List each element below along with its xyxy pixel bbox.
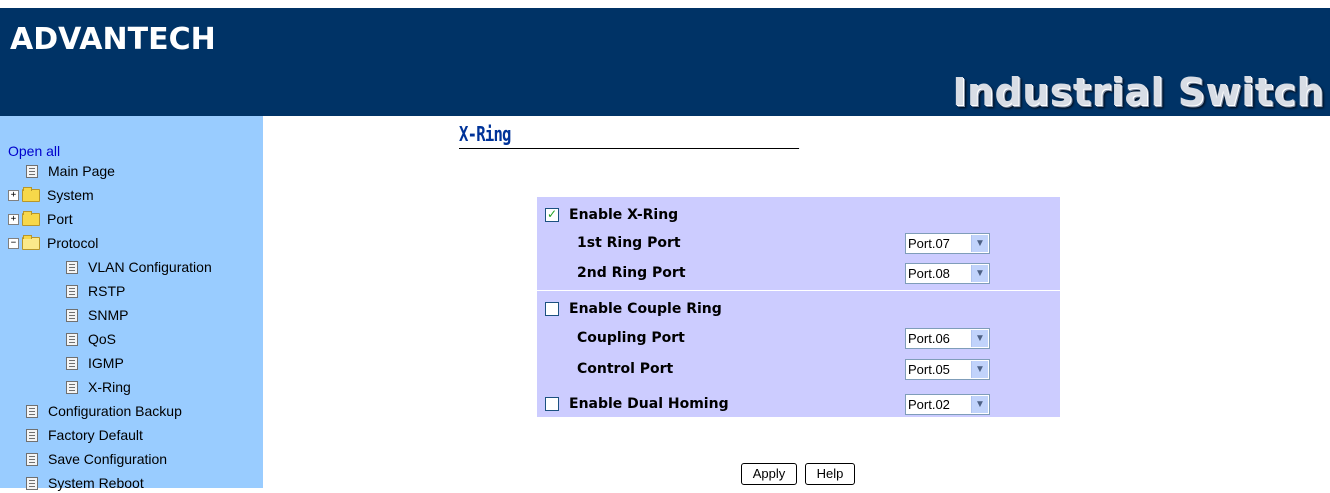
- section-divider: [537, 290, 1060, 291]
- document-icon: [66, 356, 78, 370]
- dual-homing-port-select[interactable]: Port.02 ▼: [905, 393, 990, 415]
- second-ring-port-label: 2nd Ring Port: [577, 265, 686, 281]
- xring-settings-panel: ✓ Enable X-Ring 1st Ring Port Port.07 ▼ …: [537, 197, 1060, 417]
- collapse-icon[interactable]: −: [8, 237, 19, 249]
- expand-icon[interactable]: +: [8, 189, 19, 201]
- sidebar-item-snmp[interactable]: SNMP: [66, 305, 128, 325]
- sidebar-item-x-ring[interactable]: X-Ring: [66, 377, 131, 397]
- sidebar-item-label: VLAN Configuration: [88, 259, 212, 275]
- first-ring-port-label: 1st Ring Port: [577, 235, 681, 251]
- document-icon: [26, 452, 38, 466]
- enable-couple-ring-row: Enable Couple Ring: [537, 297, 1060, 321]
- advantech-logo: ADVANTECH: [10, 22, 216, 57]
- sidebar-item-port[interactable]: + Port: [8, 209, 73, 229]
- chevron-down-icon[interactable]: ▼: [971, 234, 988, 252]
- open-folder-icon: [22, 234, 40, 250]
- sidebar-item-save-configuration[interactable]: Save Configuration: [26, 449, 167, 469]
- enable-xring-row: ✓ Enable X-Ring: [537, 203, 1060, 227]
- select-value: Port.08: [908, 265, 950, 281]
- chevron-down-icon[interactable]: ▼: [971, 395, 988, 413]
- control-port-label: Control Port: [577, 361, 674, 377]
- chevron-down-icon[interactable]: ▼: [971, 360, 988, 378]
- sidebar-item-main-page[interactable]: Main Page: [26, 161, 115, 181]
- sidebar-item-vlan-configuration[interactable]: VLAN Configuration: [66, 257, 212, 277]
- expand-icon[interactable]: +: [8, 213, 19, 225]
- sidebar-nav: Open all Main Page + System + Port − Pro…: [0, 116, 263, 491]
- enable-xring-label: Enable X-Ring: [569, 207, 679, 223]
- select-value: Port.06: [908, 330, 950, 346]
- sidebar-item-label: System Reboot: [48, 475, 144, 491]
- control-port-row: Control Port Port.05 ▼: [537, 357, 1060, 381]
- sidebar-item-label: IGMP: [88, 355, 124, 371]
- sidebar-item-igmp[interactable]: IGMP: [66, 353, 124, 373]
- enable-dual-homing-checkbox[interactable]: [545, 397, 559, 411]
- sidebar-item-label: System: [47, 187, 94, 203]
- document-icon: [26, 428, 38, 442]
- document-icon: [66, 284, 78, 298]
- sidebar-item-label: Port: [47, 211, 73, 227]
- first-ring-port-select[interactable]: Port.07 ▼: [905, 232, 990, 254]
- first-ring-port-row: 1st Ring Port Port.07 ▼: [537, 231, 1060, 255]
- sidebar-item-protocol[interactable]: − Protocol: [8, 233, 98, 253]
- sidebar-item-label: Protocol: [47, 235, 99, 251]
- enable-couple-ring-checkbox[interactable]: [545, 302, 559, 316]
- chevron-down-icon[interactable]: ▼: [971, 264, 988, 282]
- document-icon: [66, 332, 78, 346]
- enable-dual-homing-row: Enable Dual Homing Port.02 ▼: [537, 392, 1060, 416]
- control-port-select[interactable]: Port.05 ▼: [905, 358, 990, 380]
- sidebar-item-label: QoS: [88, 331, 117, 347]
- sidebar-item-factory-default[interactable]: Factory Default: [26, 425, 143, 445]
- folder-icon: [22, 186, 40, 202]
- coupling-port-row: Coupling Port Port.06 ▼: [537, 326, 1060, 350]
- apply-button[interactable]: Apply: [741, 463, 797, 485]
- document-icon: [26, 404, 38, 418]
- help-button[interactable]: Help: [805, 463, 855, 485]
- enable-xring-checkbox[interactable]: ✓: [545, 208, 559, 222]
- sidebar-item-system-reboot[interactable]: System Reboot: [26, 473, 144, 493]
- select-value: Port.02: [908, 396, 950, 412]
- coupling-port-select[interactable]: Port.06 ▼: [905, 327, 990, 349]
- second-ring-port-select[interactable]: Port.08 ▼: [905, 262, 990, 284]
- sidebar-item-qos[interactable]: QoS: [66, 329, 116, 349]
- sidebar-item-label: RSTP: [88, 283, 126, 299]
- sidebar-item-label: SNMP: [88, 307, 129, 323]
- document-icon: [66, 260, 78, 274]
- sidebar-item-configuration-backup[interactable]: Configuration Backup: [26, 401, 182, 421]
- document-icon: [66, 308, 78, 322]
- sidebar-item-label: Factory Default: [48, 427, 143, 443]
- sidebar-item-rstp[interactable]: RSTP: [66, 281, 125, 301]
- sidebar-item-label: X-Ring: [88, 379, 131, 395]
- page-title: X-Ring: [459, 122, 800, 149]
- coupling-port-label: Coupling Port: [577, 330, 685, 346]
- open-all-link[interactable]: Open all: [8, 143, 60, 159]
- sidebar-item-system[interactable]: + System: [8, 185, 94, 205]
- sidebar-item-label: Configuration Backup: [48, 403, 182, 419]
- select-value: Port.05: [908, 361, 950, 377]
- document-icon: [66, 380, 78, 394]
- enable-dual-homing-label: Enable Dual Homing: [569, 396, 729, 412]
- product-title: Industrial Switch: [952, 70, 1324, 114]
- select-value: Port.07: [908, 235, 950, 251]
- header-banner: ADVANTECH Industrial Switch: [0, 8, 1330, 116]
- folder-icon: [22, 210, 40, 226]
- document-icon: [26, 164, 38, 178]
- sidebar-item-label: Main Page: [48, 163, 115, 179]
- sidebar-item-label: Save Configuration: [48, 451, 168, 467]
- enable-couple-ring-label: Enable Couple Ring: [569, 301, 722, 317]
- second-ring-port-row: 2nd Ring Port Port.08 ▼: [537, 261, 1060, 285]
- chevron-down-icon[interactable]: ▼: [971, 329, 988, 347]
